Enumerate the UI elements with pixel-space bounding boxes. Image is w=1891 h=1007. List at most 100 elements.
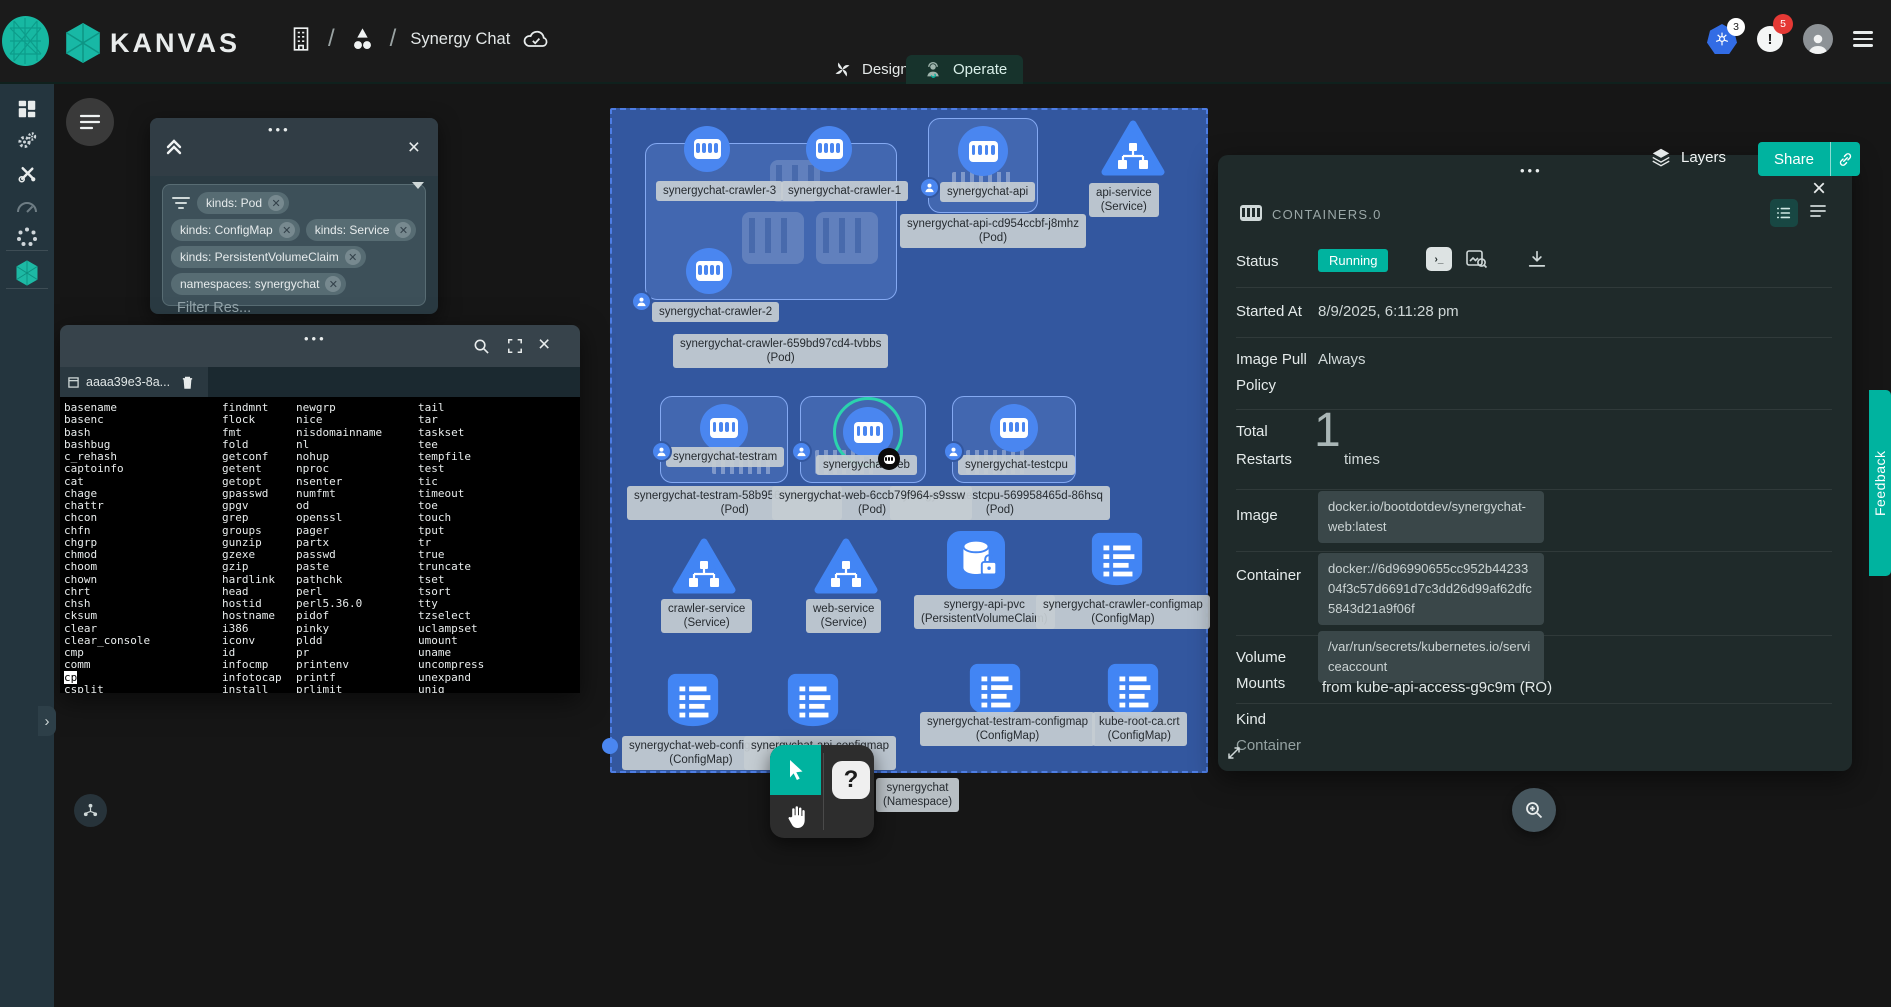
remove-chip-icon[interactable]: ✕	[279, 222, 295, 238]
sidebar-item-settings[interactable]	[0, 124, 54, 158]
filter-chip[interactable]: kinds: Service✕	[306, 219, 417, 241]
palette-help-button[interactable]: ?	[832, 761, 870, 799]
remove-chip-icon[interactable]: ✕	[268, 195, 284, 211]
design-name[interactable]: Synergy Chat	[410, 30, 510, 49]
remove-chip-icon[interactable]: ✕	[325, 276, 341, 292]
terminal-command: clear_console	[64, 635, 216, 647]
download-button[interactable]	[1526, 247, 1548, 276]
sidebar-item-extensions[interactable]	[0, 220, 54, 254]
share-label[interactable]: Share	[1758, 142, 1830, 176]
terminal-header[interactable]: ••• ×	[60, 325, 580, 367]
node-api-container-icon[interactable]	[958, 126, 1008, 176]
tab-operate[interactable]: Operate	[906, 55, 1023, 84]
volume-mount-path[interactable]: /var/run/secrets/kubernetes.io/serviceac…	[1318, 631, 1544, 683]
sidebar-item-performance[interactable]	[0, 188, 54, 222]
container-id-value[interactable]: docker://6d96990655cc952b4423304f3c57d66…	[1318, 553, 1544, 625]
close-details-panel-button[interactable]: ×	[1812, 177, 1826, 201]
terminal-command: numfmt	[296, 488, 414, 500]
terminal-fullscreen-button[interactable]	[506, 337, 524, 355]
node-label: synergychat-testcpu	[958, 455, 1075, 475]
copy-link-button[interactable]	[1830, 142, 1860, 176]
remove-chip-icon[interactable]: ✕	[395, 222, 411, 238]
terminal-tab-bar: aaaa39e3-8a...	[60, 367, 580, 397]
terminal-search-button[interactable]	[472, 337, 490, 355]
gear-icon	[15, 129, 39, 153]
close-filter-panel-button[interactable]: ×	[408, 137, 420, 158]
node-crawler3-container-icon[interactable]	[684, 126, 730, 172]
node-synergy-api-pvc[interactable]	[947, 531, 1005, 594]
zoom-in-button[interactable]	[1512, 788, 1556, 832]
terminal-command: tsort	[418, 586, 568, 598]
feedback-tab[interactable]: Feedback	[1869, 390, 1891, 576]
node-testcpu-container-icon[interactable]	[990, 404, 1038, 452]
view-list-toggle-button[interactable]	[1808, 201, 1828, 226]
breadcrumb-separator: /	[328, 25, 335, 53]
workspace-shapes-icon[interactable]	[349, 24, 376, 54]
k8s-context-switcher[interactable]: 3	[1707, 24, 1737, 54]
header-menu-button[interactable]	[1853, 31, 1873, 47]
view-config-toggle-button[interactable]	[1770, 199, 1798, 227]
drag-handle-icon[interactable]: •••	[304, 331, 327, 346]
node-web-service[interactable]	[814, 537, 878, 602]
pod-owner-badge-icon	[919, 177, 940, 198]
node-crawler-configmap[interactable]	[1088, 531, 1146, 594]
filter-panel-header[interactable]	[150, 118, 438, 176]
open-terminal-button[interactable]: ›_	[1426, 247, 1452, 271]
node-crawler-service[interactable]	[672, 537, 736, 602]
drag-handle-icon[interactable]: •••	[1520, 163, 1543, 178]
provider-logo-icon[interactable]	[2, 16, 49, 66]
header-actions: 3 ! 5	[1707, 24, 1873, 54]
filter-resources-input[interactable]: Filter Res...	[177, 300, 251, 316]
app-header: KANVAS / / Synergy Chat Design	[0, 0, 1891, 84]
container-selection-badge-icon	[878, 448, 900, 470]
terminal-window: ••• × aaaa39e3-8a... basenamebasencbashb…	[60, 325, 580, 693]
filter-chip[interactable]: kinds: ConfigMap✕	[171, 219, 300, 241]
pod-owner-badge-icon	[631, 291, 652, 312]
remove-chip-icon[interactable]: ✕	[345, 249, 361, 265]
canvas-menu-button[interactable]	[66, 98, 114, 146]
delete-session-icon[interactable]	[181, 375, 194, 390]
breadcrumb-separator: /	[390, 25, 397, 53]
volume-mounts-label: Volume	[1236, 649, 1286, 666]
layers-button[interactable]: Layers	[1650, 146, 1726, 168]
brand[interactable]: KANVAS	[64, 22, 240, 64]
canvas-quick-action-button[interactable]	[74, 794, 107, 827]
image-value[interactable]: docker.io/bootdotdev/synergychat-web:lat…	[1318, 491, 1544, 543]
node-crawler1-container-icon[interactable]	[806, 126, 852, 172]
view-logs-button[interactable]	[1464, 247, 1488, 276]
node-testram-container-icon[interactable]	[700, 404, 748, 452]
ghost-container-shape	[742, 212, 804, 264]
sidebar-expand-button[interactable]: ›	[38, 706, 56, 736]
collapse-panel-button[interactable]	[164, 136, 184, 161]
pan-tool-button[interactable]	[770, 795, 821, 838]
select-tool-button[interactable]	[770, 745, 821, 795]
sidebar-item-kanvas[interactable]	[0, 256, 54, 290]
status-label: Status	[1236, 253, 1279, 270]
terminal-close-button[interactable]: ×	[538, 334, 550, 355]
organization-icon[interactable]	[288, 24, 314, 54]
terminal-session-tab[interactable]: aaaa39e3-8a...	[60, 367, 208, 397]
filter-input-box[interactable]: kinds: Pod✕ kinds: ConfigMap✕ kinds: Ser…	[162, 184, 426, 306]
kanvas-app: KANVAS / / Synergy Chat Design	[0, 0, 1891, 1007]
ghost-container-shape	[816, 212, 878, 264]
operate-person-icon	[922, 59, 944, 81]
resize-panel-handle[interactable]	[1226, 745, 1242, 766]
cursor-arrow-icon	[785, 758, 807, 782]
node-api-service[interactable]	[1101, 119, 1165, 184]
node-web-configmap[interactable]	[664, 672, 722, 735]
node-api-configmap[interactable]	[784, 672, 842, 735]
notifications-button[interactable]: ! 5	[1757, 26, 1783, 52]
share-button[interactable]: Share	[1758, 142, 1860, 176]
node-crawler2-container-icon[interactable]	[686, 248, 732, 294]
terminal-output[interactable]: basenamebasencbashbashbugc_rehashcaptoin…	[60, 397, 580, 693]
session-window-icon	[68, 377, 79, 388]
drag-handle-icon[interactable]: •••	[268, 122, 291, 137]
sidebar-item-tools[interactable]	[0, 156, 54, 190]
layers-label: Layers	[1681, 149, 1726, 166]
filter-dropdown-caret-icon[interactable]	[412, 182, 424, 189]
filter-chip[interactable]: kinds: PersistentVolumeClaim✕	[171, 246, 366, 268]
user-avatar[interactable]	[1803, 24, 1833, 54]
sidebar-item-dashboard[interactable]	[0, 92, 54, 126]
filter-chip[interactable]: kinds: Pod✕	[197, 192, 289, 214]
filter-chip[interactable]: namespaces: synergychat✕	[171, 273, 346, 295]
